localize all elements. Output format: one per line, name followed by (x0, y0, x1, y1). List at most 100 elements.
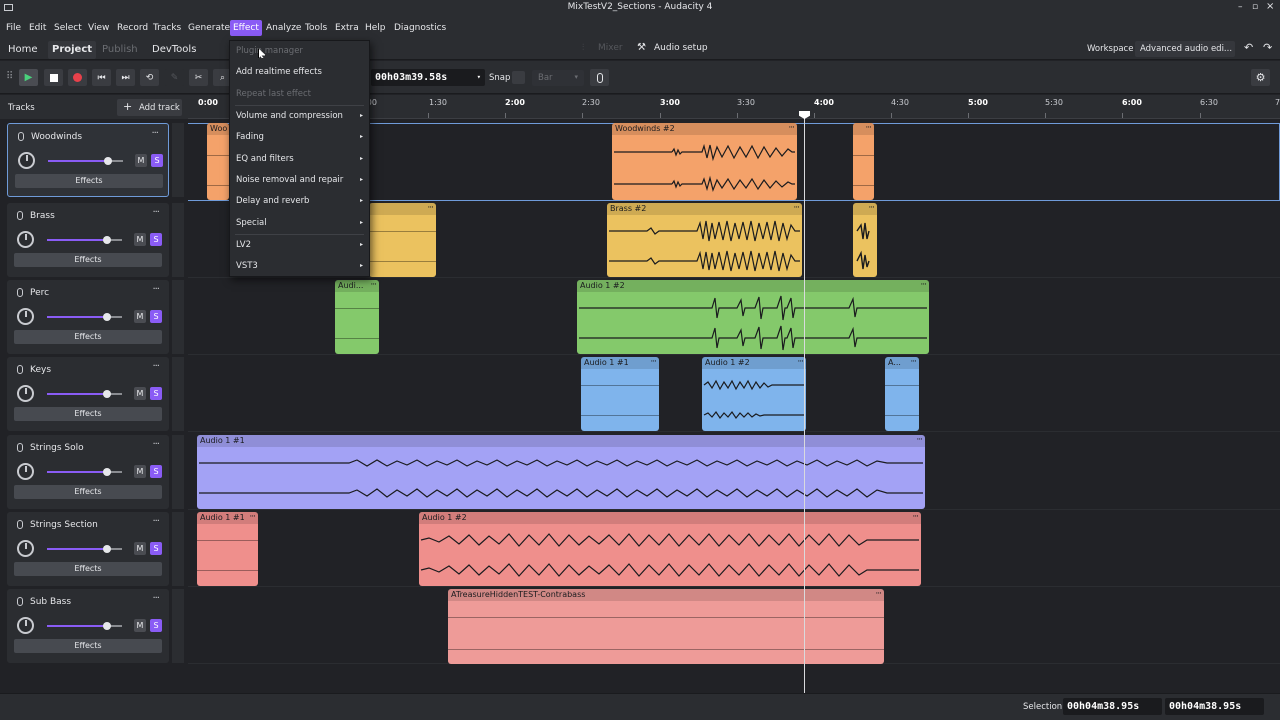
more-options-icon[interactable]: ··· (152, 439, 159, 450)
audio-clip[interactable]: ··· (853, 203, 877, 277)
mute-button[interactable]: M (134, 465, 146, 478)
volume-slider[interactable] (47, 622, 122, 630)
maximize-icon[interactable]: ▫ (1252, 2, 1258, 12)
record-button[interactable] (68, 69, 87, 86)
audio-clip[interactable]: Audio 1 #1 ··· (197, 512, 258, 586)
track-control-strings-section[interactable]: Strings Section ··· M S Effects (7, 512, 169, 586)
mute-button[interactable]: M (134, 542, 146, 555)
clip-header[interactable]: Woodwinds #2 ··· (612, 123, 797, 135)
solo-button[interactable]: S (150, 542, 162, 555)
effects-button[interactable]: Effects (14, 639, 162, 653)
volume-thumb[interactable] (103, 468, 111, 476)
track-control-sub-bass[interactable]: Sub Bass ··· M S Effects (7, 589, 169, 663)
snap-checkbox[interactable] (512, 71, 525, 84)
track-name[interactable]: Keys (30, 365, 51, 375)
audio-clip[interactable]: ATreasureHiddenTEST-Contrabass ··· (448, 589, 884, 664)
menu-item-plugin-manager[interactable]: Plugin manager (230, 41, 369, 61)
effects-button[interactable]: Effects (14, 330, 162, 344)
clip-header[interactable]: Audio 1 #1 ··· (197, 512, 258, 524)
microphone-button[interactable] (590, 69, 609, 86)
redo-icon[interactable]: ↷ (1263, 41, 1272, 54)
track-control-keys[interactable]: Keys ··· M S Effects (7, 357, 169, 431)
add-track-button[interactable]: + Add track (117, 99, 182, 116)
track-control-perc[interactable]: Perc ··· M S Effects (7, 280, 169, 354)
solo-button[interactable]: S (150, 465, 162, 478)
menu-tracks[interactable]: Tracks (150, 20, 184, 36)
mute-button[interactable]: M (135, 154, 147, 167)
clip-header[interactable]: Audio 1 #1 ··· (197, 435, 925, 447)
volume-slider[interactable] (48, 157, 123, 165)
settings-button[interactable]: ⚙ (1251, 69, 1270, 86)
effects-button[interactable]: Effects (14, 407, 162, 421)
effects-button[interactable]: Effects (14, 485, 162, 499)
clip-header[interactable]: ··· (853, 203, 877, 215)
menu-item-eq-and-filters[interactable]: EQ and filters ▸ (230, 149, 369, 169)
solo-button[interactable]: S (151, 154, 163, 167)
grip-icon[interactable]: ⠿ (6, 71, 13, 82)
menu-item-add-realtime-effects[interactable]: Add realtime effects (230, 62, 369, 82)
mute-button[interactable]: M (134, 310, 146, 323)
menu-item-fading[interactable]: Fading ▸ (230, 127, 369, 147)
volume-thumb[interactable] (103, 313, 111, 321)
audio-clip[interactable]: Audio 1 #2 ··· (419, 512, 921, 586)
snap-dropdown[interactable]: Bar ▾ (532, 70, 584, 86)
skip-end-button[interactable]: ⏭ (116, 69, 135, 86)
menu-record[interactable]: Record (114, 20, 151, 36)
workspace-dropdown[interactable]: Advanced audio edi... (1135, 41, 1235, 57)
audio-clip[interactable]: Audio 1 #2 ··· (702, 357, 806, 431)
pan-knob[interactable] (17, 231, 34, 248)
track-name[interactable]: Strings Section (30, 520, 98, 530)
more-options-icon[interactable]: ··· (868, 203, 875, 214)
menu-file[interactable]: File (3, 20, 24, 36)
volume-thumb[interactable] (103, 236, 111, 244)
menu-item-special[interactable]: Special ▸ (230, 213, 369, 233)
pan-knob[interactable] (17, 308, 34, 325)
split-tool-button[interactable]: ✂ (189, 69, 208, 86)
audio-clip[interactable]: Audio 1 #1 ··· (197, 435, 925, 509)
clip-header[interactable]: Audio 1 #2 ··· (702, 357, 806, 369)
audio-clip[interactable]: Woodwinds #2 ··· (612, 123, 797, 200)
menu-tools[interactable]: Tools (302, 20, 330, 36)
more-options-icon[interactable]: ··· (650, 357, 657, 368)
track-name[interactable]: Woodwinds (31, 132, 82, 142)
audio-clip[interactable]: Audio 1 #2 ··· (577, 280, 929, 354)
track-control-strings-solo[interactable]: Strings Solo ··· M S Effects (7, 435, 169, 509)
pan-knob[interactable] (17, 463, 34, 480)
solo-button[interactable]: S (150, 233, 162, 246)
clip-header[interactable]: ··· (853, 123, 874, 135)
draw-tool-button[interactable]: ✎ (165, 69, 184, 86)
more-options-icon[interactable]: ··· (797, 357, 804, 368)
more-options-icon[interactable]: ··· (427, 203, 434, 214)
audio-clip[interactable]: ··· (853, 123, 874, 200)
track-name[interactable]: Sub Bass (30, 597, 71, 607)
menu-edit[interactable]: Edit (26, 20, 49, 36)
menu-select[interactable]: Select (51, 20, 85, 36)
undo-icon[interactable]: ↶ (1244, 41, 1253, 54)
selection-start[interactable]: 00h04m38.95s (1063, 698, 1162, 715)
stop-button[interactable] (44, 69, 63, 86)
clip-header[interactable]: Brass #2 ··· (607, 203, 802, 215)
menu-item-volume-and-compression[interactable]: Volume and compression ▸ (230, 106, 369, 126)
solo-button[interactable]: S (150, 619, 162, 632)
more-options-icon[interactable]: ··· (152, 207, 159, 218)
effects-button[interactable]: Effects (14, 562, 162, 576)
volume-slider[interactable] (47, 468, 122, 476)
solo-button[interactable]: S (150, 310, 162, 323)
more-options-icon[interactable]: ··· (788, 123, 795, 134)
menu-item-noise-removal-and-repair[interactable]: Noise removal and repair ▸ (230, 170, 369, 190)
more-options-icon[interactable]: ··· (249, 512, 256, 523)
mute-button[interactable]: M (134, 619, 146, 632)
more-options-icon[interactable]: ··· (920, 280, 927, 291)
pan-knob[interactable] (17, 540, 34, 557)
effects-button[interactable]: Effects (14, 253, 162, 267)
tab-project[interactable]: Project (48, 41, 97, 59)
track-control-woodwinds[interactable]: Woodwinds ··· M S Effects (7, 123, 169, 197)
volume-thumb[interactable] (104, 157, 112, 165)
clip-header[interactable]: Audio 1 #2 ··· (577, 280, 929, 292)
menu-analyze[interactable]: Analyze (263, 20, 304, 36)
menu-item-delay-and-reverb[interactable]: Delay and reverb ▸ (230, 191, 369, 211)
audio-clip[interactable]: ··· (369, 203, 436, 277)
more-options-icon[interactable]: ··· (151, 128, 158, 139)
loop-button[interactable]: ⟲ (140, 69, 159, 86)
more-options-icon[interactable]: ··· (370, 280, 377, 291)
